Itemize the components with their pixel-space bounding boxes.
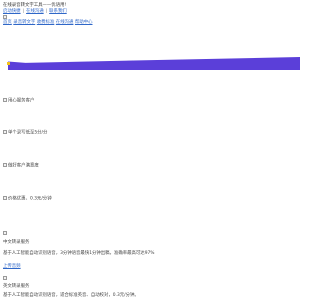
feature-image-icon bbox=[3, 130, 7, 134]
nav-item-home[interactable]: 首页 bbox=[3, 20, 12, 25]
online-chat-link[interactable]: 在线沟通 bbox=[26, 9, 44, 14]
proofreading-service-icon bbox=[3, 276, 7, 282]
feature-label: 做好客户满意度 bbox=[8, 163, 39, 169]
hero-banner bbox=[0, 57, 300, 70]
feature-item: 做好客户满意度 bbox=[3, 163, 39, 169]
feature-label: 单个录写低至5分/分 bbox=[8, 130, 48, 136]
feature-image-icon bbox=[3, 163, 7, 167]
upload-audio-link[interactable]: 上传音频 bbox=[3, 264, 21, 270]
feature-label: 用心服务客户 bbox=[8, 98, 35, 104]
transcription-service-description: 基于人工智能自动识别语音，3分钟语音最快1分钟出稿，准确率最高可达97% bbox=[3, 251, 155, 256]
nav-item-online-chat[interactable]: 在线沟通 bbox=[56, 20, 74, 25]
feature-item: 用心服务客户 bbox=[3, 98, 34, 104]
feature-item: 价格优惠、0.3元/分钟 bbox=[3, 196, 52, 202]
feature-image-icon bbox=[3, 98, 7, 102]
main-nav: 首页 录音转文字 收费标准 在线沟通 帮助中心 bbox=[3, 20, 94, 26]
transcription-service-title: 中文转录服务 bbox=[3, 240, 30, 245]
service-image-icon bbox=[3, 276, 7, 280]
site-tagline: 在线录音转文字工具——优语用! bbox=[3, 3, 67, 8]
banner-purple-band bbox=[8, 57, 300, 70]
top-links: 启动快捷 | 在线沟通 | 联系我们 bbox=[3, 9, 67, 15]
contact-us-link[interactable]: 联系我们 bbox=[49, 9, 67, 14]
service-image-icon bbox=[3, 231, 7, 235]
quick-start-link[interactable]: 启动快捷 bbox=[3, 9, 21, 14]
nav-item-help-center[interactable]: 帮助中心 bbox=[75, 20, 93, 25]
banner-yellow-mark bbox=[7, 62, 10, 65]
nav-item-pricing[interactable]: 收费标准 bbox=[37, 20, 55, 25]
feature-image-icon bbox=[3, 196, 7, 200]
feature-label: 价格优惠、0.3元/分钟 bbox=[8, 196, 52, 202]
feature-item: 单个录写低至5分/分 bbox=[3, 130, 47, 136]
logo-image-icon bbox=[3, 15, 7, 19]
proofreading-service-description: 基于人工智能自动识别语音，适合标准英音、自动校对，0.3元/分钟。 bbox=[3, 293, 139, 298]
transcription-service-icon bbox=[3, 231, 7, 237]
nav-item-transcription[interactable]: 录音转文字 bbox=[13, 20, 35, 25]
proofreading-service-title: 英文转录服务 bbox=[3, 284, 30, 289]
